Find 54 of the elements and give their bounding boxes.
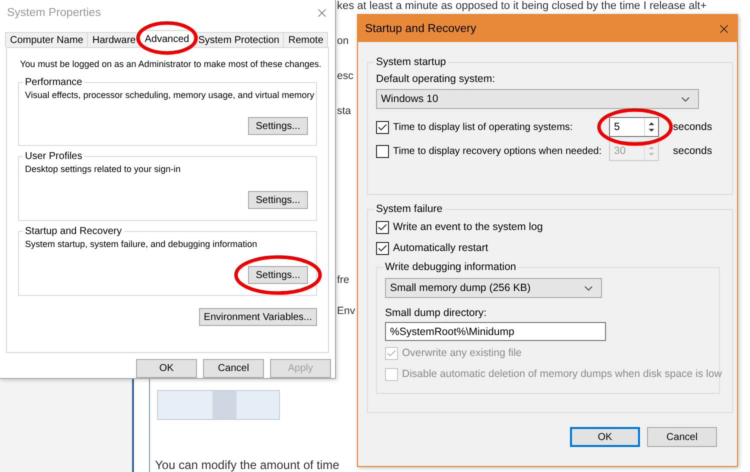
dropdown[interactable]: Small memory dump (256 KB) bbox=[385, 278, 602, 298]
window-title: Startup and Recovery bbox=[365, 22, 476, 34]
dropdown[interactable]: Windows 10 bbox=[376, 89, 699, 109]
checkbox-label: Time to display recovery options when needed: bbox=[393, 144, 603, 158]
checkbox[interactable] bbox=[376, 221, 389, 234]
check-icon bbox=[377, 122, 388, 132]
environment-variables-button[interactable]: Environment Variables... bbox=[198, 308, 317, 326]
checkbox-label: Write an event to the system log bbox=[393, 221, 543, 234]
checkbox-label: Automatically restart bbox=[393, 242, 488, 255]
field-label: Small dump directory: bbox=[385, 307, 487, 320]
group-title: Performance bbox=[24, 77, 84, 88]
checkbox-label: Disable automatic deletion of memory dumps when disk space is low bbox=[402, 368, 722, 381]
check-icon bbox=[377, 243, 388, 254]
notice-text: You must be logged on as an Administrator to make most of these changes. bbox=[19, 58, 322, 71]
dialog-button[interactable]: Cancel bbox=[203, 359, 264, 378]
unit-label: seconds bbox=[673, 145, 712, 157]
dialog-button[interactable]: OK bbox=[136, 359, 197, 378]
group-description: Desktop settings related to your sign-in bbox=[25, 163, 181, 176]
group-description: System startup, system failure, and debugging information bbox=[25, 238, 258, 251]
unit-label: seconds bbox=[673, 121, 712, 133]
body-text: on bbox=[337, 34, 349, 48]
settings-button[interactable]: Settings... bbox=[248, 266, 308, 284]
tab[interactable]: Hardware bbox=[87, 32, 141, 47]
dialog-button[interactable]: OK bbox=[570, 427, 640, 447]
checkbox-label: Time to display list of operating systems: bbox=[393, 120, 574, 134]
body-text: sta bbox=[337, 104, 352, 118]
checkbox[interactable] bbox=[376, 242, 389, 255]
tab[interactable]: Remote bbox=[283, 32, 328, 47]
tab[interactable]: System Protection bbox=[193, 32, 284, 47]
body-text: You can modify the amount of time bbox=[155, 458, 340, 472]
group-description: Visual effects, processor scheduling, memory usage, and virtual memory bbox=[25, 89, 314, 102]
check-icon bbox=[377, 222, 388, 233]
group-title: Write debugging information bbox=[384, 261, 518, 273]
settings-button[interactable]: Settings... bbox=[248, 191, 308, 209]
spin-box[interactable]: 5 bbox=[609, 117, 659, 137]
dialog-button[interactable]: Cancel bbox=[647, 427, 717, 447]
circle-annotation-overlay bbox=[136, 21, 198, 55]
checkbox-label: Overwrite any existing file bbox=[402, 347, 522, 360]
body-text: fre bbox=[337, 273, 350, 287]
field-label: Default operating system: bbox=[376, 73, 496, 86]
tab[interactable]: Computer Name bbox=[5, 32, 88, 47]
checkbox[interactable] bbox=[376, 120, 389, 134]
body-text: kes at least a minute as opposed to it being closed by the time I release alt+ bbox=[337, 0, 708, 13]
group-title: User Profiles bbox=[24, 151, 84, 162]
body-text: Env bbox=[337, 304, 356, 318]
check-icon bbox=[386, 348, 397, 359]
settings-button[interactable]: Settings... bbox=[248, 117, 308, 135]
group-title: System startup bbox=[375, 56, 448, 68]
window-title: System Properties bbox=[7, 7, 101, 19]
close-icon[interactable] bbox=[315, 6, 329, 20]
group-title: Startup and Recovery bbox=[24, 226, 123, 237]
directory-field[interactable]: %SystemRoot%\Minidump bbox=[385, 322, 606, 341]
body-text: esc bbox=[337, 69, 354, 83]
group-title: System failure bbox=[375, 203, 444, 215]
